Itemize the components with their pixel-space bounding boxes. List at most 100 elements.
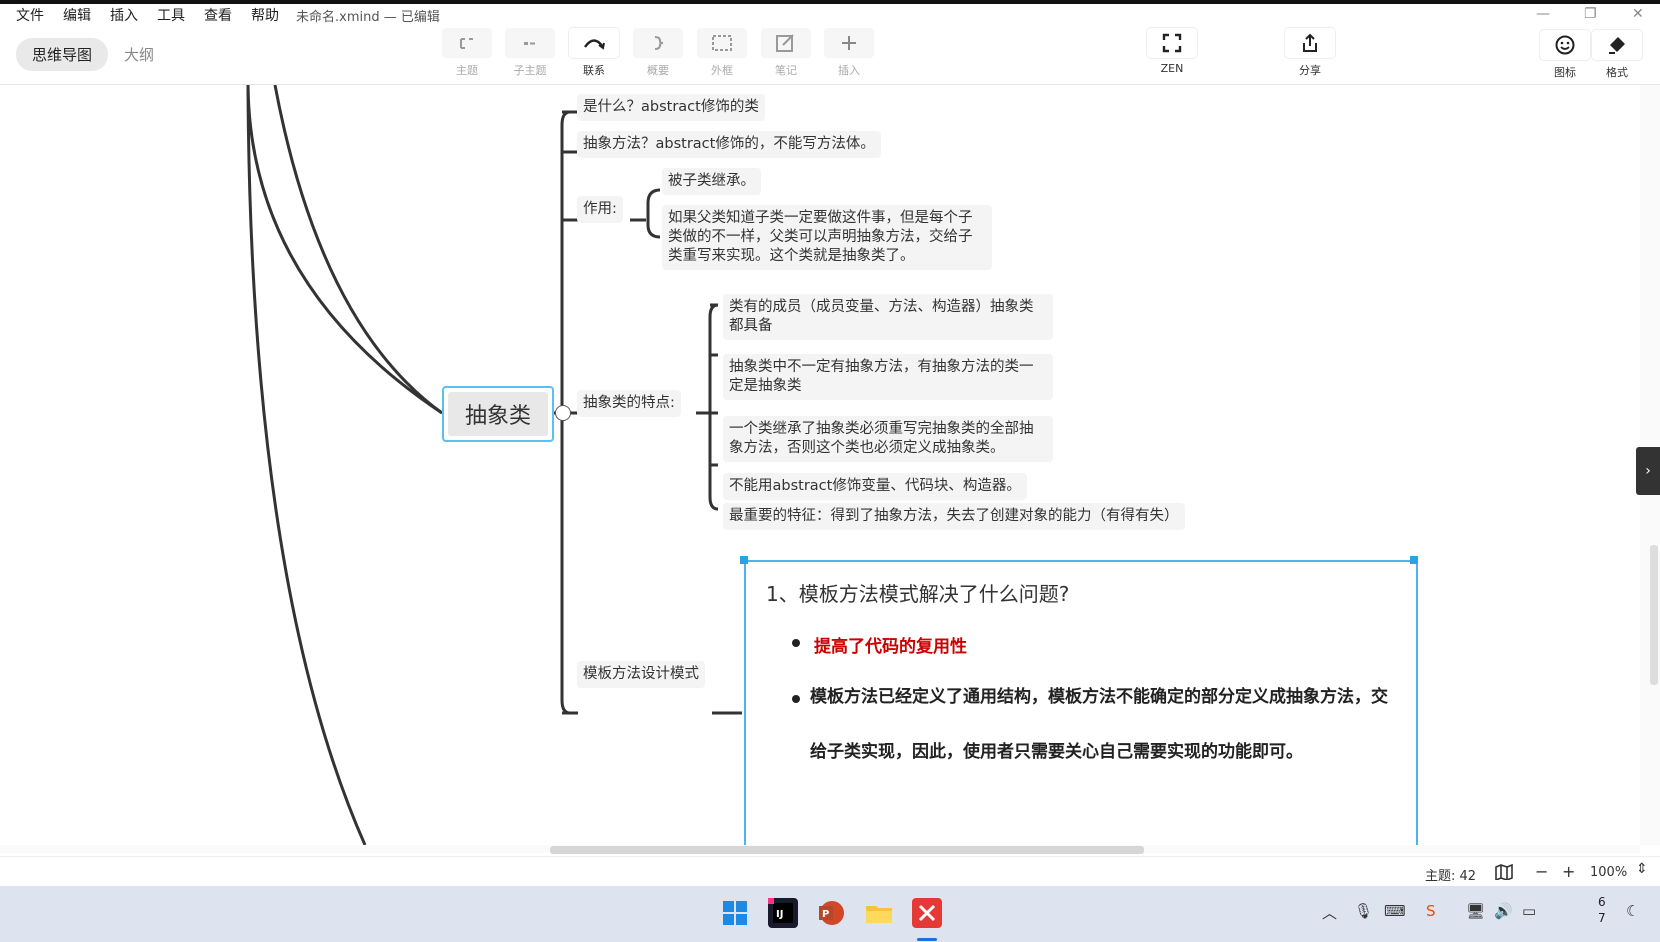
icon-panel-button[interactable]: 图标 [1538,30,1592,80]
boundary-icon [712,35,732,51]
menu-view[interactable]: 查看 [204,5,232,25]
plus-icon [842,36,856,50]
note-button[interactable]: 笔记 [759,28,813,78]
close-button[interactable]: ✕ [1632,6,1644,22]
subtopic-button[interactable]: 子主题 [503,28,557,78]
subtopic-label: 子主题 [513,64,547,77]
battery-icon[interactable]: ▭ [1522,902,1536,920]
note-label: 笔记 [775,64,797,77]
horizontal-scroll-thumb[interactable] [550,846,1144,854]
maximize-button[interactable]: ❐ [1584,6,1597,22]
boundary-label: 外框 [711,64,733,77]
fullscreen-icon [1162,33,1182,53]
format-label: 格式 [1606,66,1628,79]
topic-count: 主题: 42 [1425,869,1477,884]
menu-tools[interactable]: 工具 [157,5,185,25]
clock[interactable]: 6 7 [1598,894,1606,926]
topic-purpose-inherit[interactable]: 被子类继承。 [662,168,761,195]
status-bar: 主题: 42 − + 100% ⇕ [0,856,1660,887]
file-explorer-icon[interactable] [864,898,894,928]
note-heading: 1、模板方法模式解决了什么问题? [766,582,1070,606]
smiley-icon [1555,35,1575,55]
insert-button[interactable]: 插入 [822,28,876,78]
zen-button[interactable]: ZEN [1145,28,1199,75]
side-panel-toggle[interactable]: › [1636,447,1660,495]
topic-feature-5[interactable]: 最重要的特征：得到了抽象方法，失去了创建对象的能力（有得有失） [723,503,1185,530]
topic-what[interactable]: 是什么？abstract修饰的类 [577,94,765,121]
share-button[interactable]: 分享 [1283,28,1337,78]
topic-purpose-explain[interactable]: 如果父类知道子类一定要做这件事，但是每个子类做的不一样，父类可以声明抽象方法，交… [662,205,992,270]
menu-help[interactable]: 帮助 [251,5,279,25]
file-title: 未命名.xmind — 已编辑 [296,9,440,25]
view-tabs: 思维导图 大纲 [16,38,170,71]
menu-edit[interactable]: 编辑 [63,5,91,25]
topic-abstract-method[interactable]: 抽象方法？abstract修饰的，不能写方法体。 [577,131,881,158]
topic-feature-1[interactable]: 类有的成员（成员变量、方法、构造器）抽象类都具备 [723,294,1053,340]
zoom-level[interactable]: 100% [1590,865,1627,880]
zoom-out-button[interactable]: − [1535,862,1548,881]
menu-bar: 文件 编辑 插入 工具 查看 帮助 未命名.xmind — 已编辑 [0,4,1660,26]
volume-icon[interactable]: 🔊 [1494,902,1513,920]
topic-template-pattern[interactable]: 模板方法设计模式 [577,661,705,688]
chevron-right-icon: › [1645,463,1651,479]
clock-line-2: 7 [1598,911,1606,925]
intellij-idea-icon[interactable]: IJ [768,898,798,928]
note-bullet-2: 模板方法已经定义了通用结构，模板方法不能确定的部分定义成抽象方法，交给子类实现，… [810,687,1388,762]
toolbar: 思维导图 大纲 主题 子主题 联系 概要 外框 笔记 插入 ZEN 分享 图标 [0,26,1660,85]
input-method-icon[interactable]: ⌨ [1384,902,1406,920]
format-brush-icon [1609,37,1625,54]
note-bullet-1: 提高了代码的复用性 [814,637,967,657]
resize-handle[interactable] [740,556,748,564]
boundary-button[interactable]: 外框 [695,28,749,78]
map-view-icon[interactable] [1494,864,1514,880]
summary-label: 概要 [647,64,669,77]
zen-label: ZEN [1160,62,1184,75]
topic-feature-4[interactable]: 不能用abstract修饰变量、代码块、构造器。 [723,473,1027,500]
windows-taskbar: IJ P ︿ 🎙 ⌨ S 🖥 🔊 ▭ 6 7 ☾ [0,886,1660,942]
sogou-ime-icon[interactable]: S [1426,902,1436,920]
chevron-up-icon[interactable]: ︿ [1322,902,1337,923]
microphone-icon[interactable]: 🎙 [1354,902,1373,920]
format-button[interactable]: 格式 [1590,30,1644,80]
vertical-scroll-thumb[interactable] [1650,545,1658,685]
central-topic[interactable]: 抽象类 [442,386,554,442]
resize-handle[interactable] [1410,556,1418,564]
network-icon[interactable]: 🖥 [1466,902,1485,920]
note-panel[interactable]: 1、模板方法模式解决了什么问题? 提高了代码的复用性 模板方法已经定义了通用结构… [744,560,1418,845]
share-label: 分享 [1299,64,1321,77]
bullet-dot [792,695,800,703]
topic-label: 主题 [456,64,478,77]
icon-label: 图标 [1554,66,1576,79]
svg-text:IJ: IJ [776,909,783,920]
tab-mindmap[interactable]: 思维导图 [16,38,109,71]
subtopic-icon [524,42,535,45]
mindmap-canvas[interactable]: 抽象类 是什么？abstract修饰的类 抽象方法？abstract修饰的，不能… [0,85,1640,845]
xmind-icon[interactable] [912,898,942,928]
summary-brace-icon [654,36,664,50]
svg-text:P: P [822,909,829,920]
minimize-button[interactable]: — [1536,6,1550,22]
topic-feature-2[interactable]: 抽象类中不一定有抽象方法，有抽象方法的类一定是抽象类 [723,354,1053,400]
note-icon [776,34,794,52]
topic-features[interactable]: 抽象类的特点: [577,390,681,417]
menu-file[interactable]: 文件 [16,5,44,25]
clock-line-1: 6 [1598,895,1606,909]
powerpoint-icon[interactable]: P [816,898,846,928]
collapse-toggle[interactable] [555,405,571,421]
night-mode-icon[interactable]: ☾ [1626,902,1639,920]
menu-insert[interactable]: 插入 [110,5,138,25]
share-icon [1303,33,1317,52]
topic-button[interactable]: 主题 [440,28,494,78]
zoom-stepper-icon[interactable]: ⇕ [1636,861,1648,877]
topic-feature-3[interactable]: 一个类继承了抽象类必须重写完抽象类的全部抽象方法，否则这个类也必须定义成抽象类。 [723,416,1053,462]
relationship-button[interactable]: 联系 [567,28,621,78]
tab-outline[interactable]: 大纲 [108,38,170,71]
relationship-label: 联系 [583,64,605,77]
active-app-indicator [917,938,937,941]
windows-start-icon[interactable] [720,898,750,928]
relationship-icon [584,39,605,50]
zoom-in-button[interactable]: + [1562,862,1575,881]
bullet-dot [792,639,800,647]
summary-button[interactable]: 概要 [631,28,685,78]
topic-purpose[interactable]: 作用: [577,196,623,223]
